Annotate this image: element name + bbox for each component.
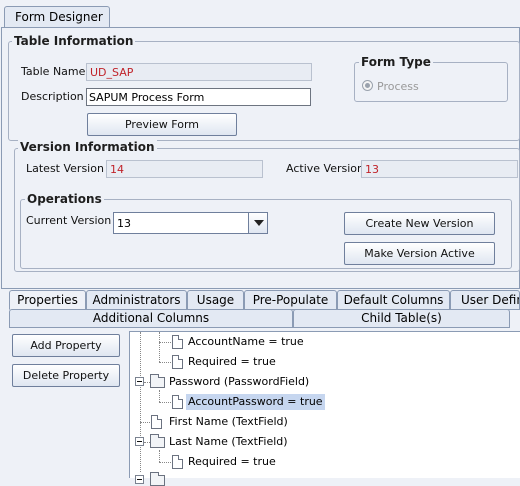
folder-icon (150, 434, 165, 448)
latest-version-label: Latest Version (26, 162, 104, 175)
tab-administrators-label: Administrators (92, 293, 181, 307)
tab-form-designer[interactable]: Form Designer (4, 6, 110, 28)
tab-user-defined[interactable]: User Defin (450, 290, 520, 310)
collapse-icon[interactable] (135, 377, 144, 386)
active-version-field: 13 (361, 160, 518, 178)
tab-properties-label: Properties (17, 293, 78, 307)
table-name-field: UD_SAP (86, 63, 312, 81)
document-icon (172, 395, 183, 409)
tree-node[interactable]: AccountName = true (188, 334, 304, 350)
tab-user-defined-label: User Defin (461, 293, 520, 307)
make-version-active-button[interactable]: Make Version Active (344, 242, 495, 265)
tree-node[interactable]: Required = true (188, 454, 276, 470)
add-property-button[interactable]: Add Property (12, 334, 120, 357)
form-type-title: Form Type (359, 55, 433, 69)
tab-default-columns-label: Default Columns (343, 293, 444, 307)
tab-additional-columns-label: Additional Columns (92, 311, 210, 325)
table-information-title: Table Information (12, 34, 136, 48)
tree-node[interactable]: Last Name (TextField) (169, 434, 288, 450)
latest-version-field: 14 (106, 160, 263, 178)
current-version-label: Current Version (26, 214, 112, 227)
tree-node[interactable]: Required = true (188, 354, 276, 370)
tab-default-columns[interactable]: Default Columns (337, 290, 450, 310)
current-version-dropdown[interactable]: 13 (113, 212, 268, 234)
property-tree[interactable]: AccountName = true Required = true Passw… (129, 331, 520, 486)
active-version-label: Active Version (286, 162, 364, 175)
collapse-icon[interactable] (135, 437, 144, 446)
tab-usage-label: Usage (196, 293, 235, 307)
tab-pre-populate-label: Pre-Populate (252, 293, 329, 307)
table-name-label: Table Name (21, 65, 86, 78)
create-new-version-button[interactable]: Create New Version (344, 212, 495, 235)
delete-property-button[interactable]: Delete Property (12, 364, 120, 387)
tab-properties[interactable]: Properties (9, 290, 86, 310)
document-icon (151, 415, 162, 429)
tab-administrators[interactable]: Administrators (86, 290, 187, 310)
operations-title: Operations (25, 192, 104, 206)
tab-pre-populate[interactable]: Pre-Populate (244, 290, 337, 310)
current-version-value: 13 (117, 217, 131, 230)
tab-child-tables-label: Child Table(s) (361, 311, 442, 325)
folder-icon (150, 472, 165, 486)
preview-form-button[interactable]: Preview Form (87, 113, 237, 136)
document-icon (172, 335, 183, 349)
tree-node[interactable]: First Name (TextField) (169, 414, 288, 430)
tree-node-selected[interactable]: AccountPassword = true (186, 394, 325, 410)
tab-usage[interactable]: Usage (187, 290, 244, 310)
chevron-down-icon[interactable] (248, 213, 267, 233)
document-icon (172, 455, 183, 469)
tab-additional-columns[interactable]: Additional Columns (9, 309, 293, 328)
process-radio[interactable] (362, 80, 373, 91)
delete-property-label: Delete Property (22, 369, 110, 382)
description-field[interactable]: SAPUM Process Form (86, 88, 311, 106)
process-radio-label: Process (377, 80, 419, 93)
add-property-label: Add Property (30, 339, 102, 352)
version-information-title: Version Information (18, 140, 157, 154)
description-label: Description (21, 90, 84, 103)
collapse-icon[interactable] (135, 475, 144, 484)
tree-node[interactable]: Password (PasswordField) (169, 374, 309, 390)
folder-icon (150, 374, 165, 388)
tab-child-tables[interactable]: Child Table(s) (293, 309, 510, 328)
tab-form-designer-label: Form Designer (15, 10, 103, 24)
document-icon (172, 355, 183, 369)
